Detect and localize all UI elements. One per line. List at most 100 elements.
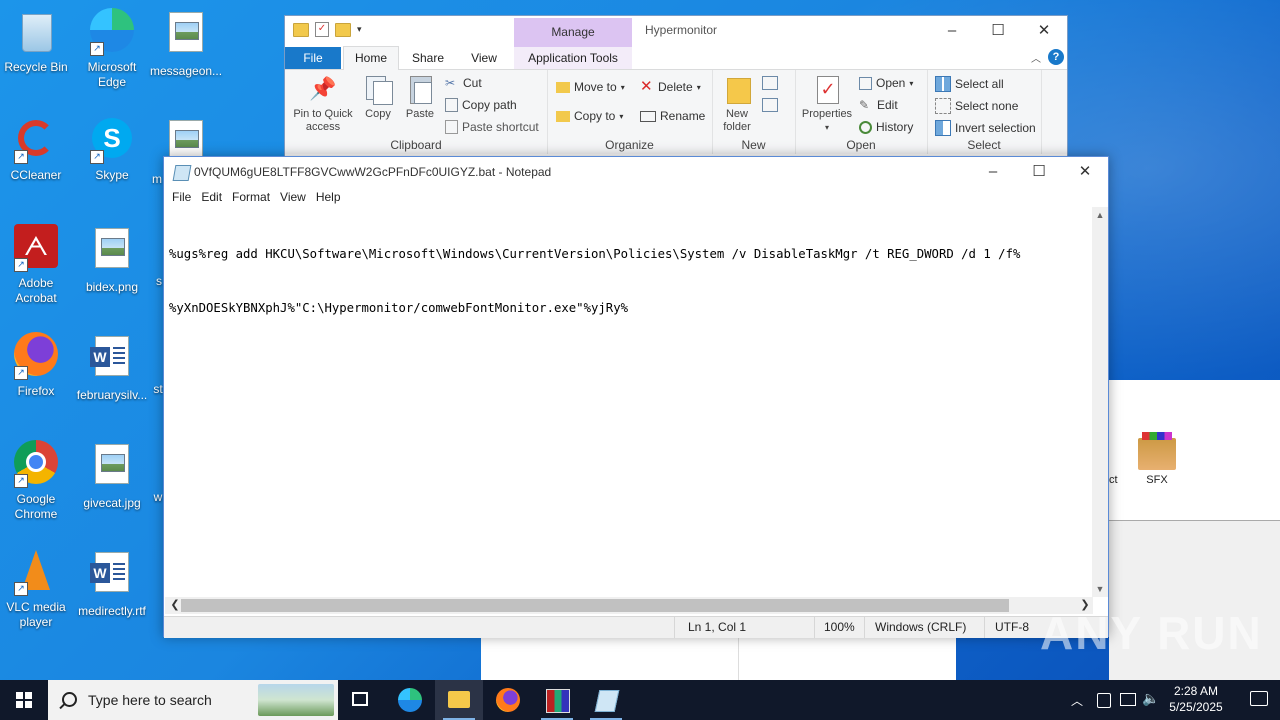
icon-label: Firefox bbox=[17, 384, 55, 398]
desktop-icon-februarysilv[interactable]: W februarysilv... bbox=[76, 332, 148, 403]
delete-button[interactable]: ✕ Delete ▾ bbox=[640, 79, 701, 94]
taskbar-edge[interactable] bbox=[386, 680, 434, 720]
taskbar-winrar[interactable] bbox=[533, 680, 581, 720]
desktop-icon-skype[interactable]: S ↗ Skype bbox=[76, 116, 148, 183]
notepad-icon bbox=[172, 165, 192, 181]
icon-label: givecat.jpg bbox=[83, 496, 141, 510]
paste-icon bbox=[406, 74, 434, 104]
clock-time: 2:28 AM bbox=[1173, 684, 1219, 698]
scroll-thumb[interactable] bbox=[181, 599, 1009, 612]
paste-shortcut-button[interactable]: Paste shortcut bbox=[445, 120, 539, 134]
security-icon[interactable] bbox=[1097, 693, 1111, 708]
desktop-icon-medirectly-rtf[interactable]: W medirectly.rtf bbox=[76, 548, 148, 619]
maximize-button[interactable]: ☐ bbox=[975, 16, 1021, 46]
clock[interactable]: 2:28 AM 5/25/2025 bbox=[1160, 683, 1232, 715]
select-all-button[interactable]: Select all bbox=[935, 76, 1004, 92]
desktop-icon-ccleaner[interactable]: ↗ CCleaner bbox=[0, 116, 72, 183]
pin-quick-access-button[interactable]: 📌 Pin to Quick access bbox=[291, 74, 355, 134]
menu-file[interactable]: File bbox=[172, 187, 198, 207]
close-button[interactable]: ✕ bbox=[1062, 157, 1108, 187]
rename-button[interactable]: Rename bbox=[640, 109, 705, 123]
desktop-icon-messageon[interactable]: messageon... bbox=[150, 8, 222, 79]
taskbar-file-explorer[interactable] bbox=[435, 680, 483, 720]
menu-view[interactable]: View bbox=[280, 187, 313, 207]
edit-pencil-icon: ✎ bbox=[859, 98, 870, 112]
cut-button[interactable]: ✂ Cut bbox=[445, 76, 482, 90]
sfx-item[interactable]: SFX bbox=[1135, 432, 1179, 486]
new-folder-icon[interactable] bbox=[335, 22, 351, 37]
notepad-titlebar[interactable]: 0VfQUM6gUE8LTFF8GVCwwW2GcPFnDFc0UIGYZ.ba… bbox=[164, 157, 1108, 187]
desktop-icon-google-chrome[interactable]: ↗ Google Chrome bbox=[0, 440, 72, 522]
easy-access-icon[interactable] bbox=[762, 98, 778, 112]
show-hidden-icons-chevron-icon[interactable]: ︿ bbox=[1071, 692, 1083, 709]
cursor-position: Ln 1, Col 1 bbox=[688, 620, 747, 634]
new-folder-icon bbox=[723, 74, 751, 104]
qat-dropdown-icon[interactable]: ▾ bbox=[357, 24, 362, 35]
vertical-scrollbar[interactable]: ▲ ▼ bbox=[1092, 207, 1108, 597]
close-button[interactable]: ✕ bbox=[1021, 16, 1067, 46]
move-folder-icon bbox=[556, 81, 570, 93]
notepad-window[interactable]: 0VfQUM6gUE8LTFF8GVCwwW2GcPFnDFc0UIGYZ.ba… bbox=[163, 156, 1109, 638]
copy-button[interactable]: Copy bbox=[359, 74, 397, 121]
minimize-button[interactable]: – bbox=[970, 157, 1016, 187]
scroll-down-icon[interactable]: ▼ bbox=[1092, 581, 1108, 597]
copy-to-button[interactable]: Copy to ▾ bbox=[556, 109, 623, 123]
image-file-icon bbox=[88, 444, 136, 492]
volume-icon[interactable]: 🔈 bbox=[1142, 690, 1159, 707]
explorer-titlebar[interactable]: ✓ ▾ Manage Hypermonitor – ☐ ✕ bbox=[285, 16, 1067, 47]
desktop-icon-recycle-bin[interactable]: Recycle Bin bbox=[0, 8, 72, 75]
acrobat-icon: ᗅ ↗ bbox=[12, 224, 60, 272]
group-label: Organize bbox=[605, 138, 654, 152]
new-item-icon[interactable] bbox=[762, 76, 778, 90]
help-icon[interactable]: ? bbox=[1048, 49, 1064, 65]
scroll-up-icon[interactable]: ▲ bbox=[1092, 207, 1108, 223]
desktop-icon-bidex-png[interactable]: bidex.png bbox=[76, 224, 148, 295]
edit-button[interactable]: ✎ Edit bbox=[859, 98, 898, 112]
properties-check-icon[interactable]: ✓ bbox=[315, 22, 329, 37]
desktop-icon-vlc[interactable]: ↗ VLC media player bbox=[0, 548, 72, 630]
horizontal-scrollbar[interactable]: ❮ ❯ bbox=[165, 597, 1093, 614]
shortcut-arrow-icon: ↗ bbox=[90, 42, 104, 56]
tab-home[interactable]: Home bbox=[343, 46, 399, 71]
move-to-button[interactable]: Move to ▾ bbox=[556, 80, 625, 94]
tab-share[interactable]: Share bbox=[403, 47, 453, 69]
open-icon bbox=[859, 76, 872, 90]
desktop-icon-givecat-jpg[interactable]: givecat.jpg bbox=[76, 440, 148, 511]
invert-selection-button[interactable]: Invert selection bbox=[935, 120, 1036, 136]
ribbon-collapse-icon[interactable]: ︿ bbox=[1031, 50, 1041, 65]
desktop-icon-adobe-acrobat[interactable]: ᗅ ↗ Adobe Acrobat bbox=[0, 224, 72, 306]
menu-edit[interactable]: Edit bbox=[201, 187, 229, 207]
manage-contextual-tab[interactable]: Manage bbox=[514, 18, 632, 47]
taskbar-notepad[interactable] bbox=[582, 680, 630, 720]
text-editor[interactable]: %ugs%reg add HKCU\Software\Microsoft\Win… bbox=[165, 207, 1093, 597]
network-icon[interactable] bbox=[1120, 693, 1136, 706]
desktop-icon-microsoft-edge[interactable]: ↗ Microsoft Edge bbox=[76, 8, 148, 90]
open-button[interactable]: Open ▾ bbox=[859, 76, 913, 90]
history-button[interactable]: History bbox=[859, 120, 913, 134]
paste-button[interactable]: Paste bbox=[401, 74, 439, 121]
maximize-button[interactable]: ☐ bbox=[1016, 157, 1062, 187]
window-title: 0VfQUM6gUE8LTFF8GVCwwW2GcPFnDFc0UIGYZ.ba… bbox=[194, 165, 552, 179]
taskbar-firefox[interactable] bbox=[484, 680, 532, 720]
task-view-button[interactable] bbox=[336, 680, 384, 720]
notepad-icon bbox=[594, 690, 620, 712]
zoom-level: 100% bbox=[824, 620, 855, 634]
new-folder-button[interactable]: New folder bbox=[716, 74, 758, 134]
notification-icon[interactable] bbox=[1250, 691, 1268, 706]
window-controls: – ☐ ✕ bbox=[929, 16, 1067, 46]
tab-file[interactable]: File bbox=[285, 47, 341, 69]
menu-format[interactable]: Format bbox=[232, 187, 277, 207]
select-none-button[interactable]: Select none bbox=[935, 98, 1018, 114]
start-button[interactable] bbox=[0, 680, 48, 720]
menu-help[interactable]: Help bbox=[316, 187, 348, 207]
file-explorer-window[interactable]: ✓ ▾ Manage Hypermonitor – ☐ ✕ File Home … bbox=[284, 15, 1068, 175]
search-box[interactable]: Type here to search bbox=[48, 680, 338, 720]
desktop-icon-firefox[interactable]: ↗ Firefox bbox=[0, 332, 72, 399]
icon-label: Adobe Acrobat bbox=[15, 276, 57, 305]
group-label: Open bbox=[846, 138, 876, 152]
minimize-button[interactable]: – bbox=[929, 16, 975, 46]
tab-application-tools[interactable]: Application Tools bbox=[514, 47, 632, 69]
properties-button[interactable]: ✓ Properties ▾ bbox=[799, 74, 855, 134]
copy-path-button[interactable]: Copy path bbox=[445, 98, 517, 112]
tab-view[interactable]: View bbox=[459, 47, 509, 69]
